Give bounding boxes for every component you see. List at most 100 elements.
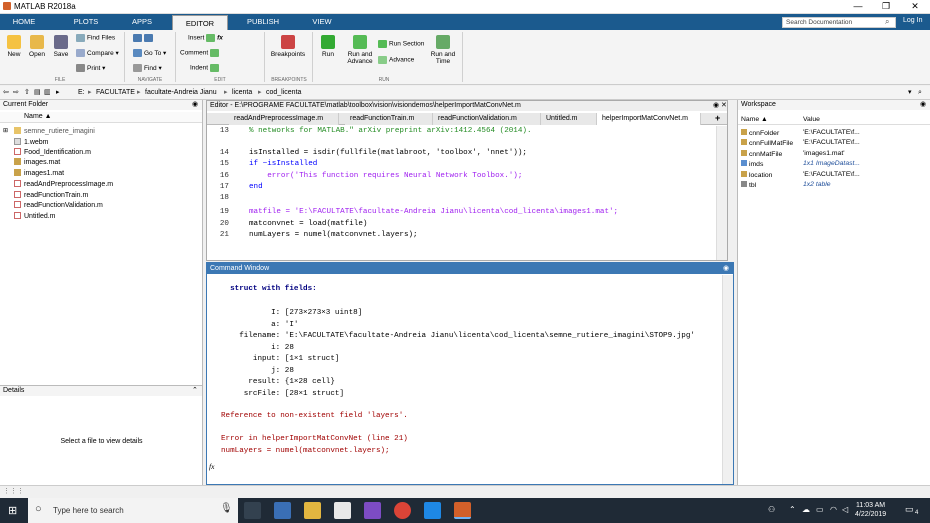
- close-icon[interactable]: ✕: [905, 1, 925, 12]
- editor-actions-icon[interactable]: ◉: [713, 101, 719, 109]
- command-scrollbar[interactable]: [722, 275, 733, 484]
- run-section-button[interactable]: Run Section: [378, 40, 424, 48]
- open-button[interactable]: Open: [26, 35, 48, 58]
- add-tab-icon[interactable]: +: [715, 113, 720, 123]
- run-and-advance-button[interactable]: Run and Advance: [344, 35, 376, 65]
- run-button[interactable]: Run: [316, 35, 340, 58]
- ws-var-row[interactable]: location: [741, 171, 772, 179]
- find-files-button[interactable]: Find Files: [76, 34, 115, 42]
- ws-var-row[interactable]: tbl: [741, 181, 756, 189]
- minimize-icon[interactable]: —: [848, 1, 868, 11]
- ws-var-row[interactable]: cnnMatFile: [741, 150, 782, 158]
- panel-actions-icon[interactable]: ◉: [192, 100, 198, 108]
- command-window-actions-icon[interactable]: ◉: [723, 264, 729, 272]
- editor-toolstrip: New Open Save Find Files Compare ▾ Print…: [0, 30, 930, 85]
- workspace-actions-icon[interactable]: ◉: [920, 100, 926, 108]
- collapse-icon[interactable]: ⌃: [192, 386, 198, 394]
- file-explorer-icon[interactable]: [304, 502, 321, 519]
- ws-name-header[interactable]: Name ▲: [741, 116, 768, 123]
- ws-var-row[interactable]: imds: [741, 160, 763, 168]
- list-item[interactable]: readFunctionTrain.m: [14, 191, 88, 199]
- tab-publish[interactable]: PUBLISH: [238, 14, 288, 30]
- search-documentation-input[interactable]: Search Documentation: [782, 17, 896, 28]
- ws-var-row[interactable]: cnnFullMatFile: [741, 139, 793, 147]
- list-item[interactable]: readAndPreprocessImage.m: [14, 180, 113, 188]
- login-link[interactable]: Log In: [903, 17, 922, 24]
- people-icon[interactable]: ⚇: [768, 505, 775, 514]
- matlab-taskbar-icon[interactable]: [454, 502, 471, 519]
- address-bar: ⇦ ⇨ ⇧ ▤ ▥ ▸ E: ▸ FACULTATE ▸ facultate-A…: [0, 86, 930, 100]
- tab-apps[interactable]: APPS: [122, 14, 162, 30]
- volume-icon[interactable]: ◁: [842, 505, 848, 514]
- wifi-icon[interactable]: ◠: [830, 505, 837, 514]
- save-button[interactable]: Save: [50, 35, 72, 58]
- chevron-up-icon[interactable]: ⌃: [789, 505, 796, 514]
- list-item[interactable]: readFunctionValidation.m: [14, 201, 103, 209]
- find-button[interactable]: Find ▾: [133, 64, 162, 73]
- indent-button[interactable]: Indent: [190, 64, 221, 72]
- list-item[interactable]: 1.webm: [14, 138, 49, 146]
- system-clock[interactable]: 11:03 AM 4/22/2019: [855, 501, 886, 519]
- goto-button[interactable]: Go To ▾: [133, 49, 166, 58]
- tab-editor[interactable]: EDITOR: [172, 15, 228, 30]
- microphone-icon[interactable]: 🎙: [220, 503, 233, 514]
- forward-icon[interactable]: ⇨: [13, 86, 19, 100]
- edge-icon[interactable]: [424, 502, 441, 519]
- task-view-icon[interactable]: [244, 502, 261, 519]
- list-item[interactable]: images1.mat: [14, 169, 64, 177]
- windows-start-icon[interactable]: ⊞: [8, 504, 17, 517]
- breadcrumb-3[interactable]: licenta: [232, 86, 252, 100]
- breakpoints-button[interactable]: Breakpoints: [268, 35, 308, 58]
- up-folder-icon[interactable]: ⇧: [24, 86, 30, 100]
- tab-readfunctiontrain[interactable]: readFunctionTrain.m: [345, 113, 433, 125]
- tab-view[interactable]: VIEW: [300, 14, 344, 30]
- compare-button[interactable]: Compare ▾: [76, 49, 119, 58]
- tab-untitled[interactable]: Untitled.m: [541, 113, 597, 125]
- browse-folder-icon[interactable]: ▥: [44, 86, 51, 100]
- tab-readandpreprocess[interactable]: readAndPreprocessImage.m: [229, 113, 339, 125]
- browse-icon[interactable]: ▤: [34, 86, 41, 100]
- chrome-icon[interactable]: [394, 502, 411, 519]
- run-and-time-button[interactable]: Run and Time: [428, 35, 458, 65]
- advance-button[interactable]: Advance: [378, 56, 414, 64]
- breadcrumb-2[interactable]: facultate-Andreia Jianu: [145, 86, 217, 100]
- battery-icon[interactable]: ▭: [816, 505, 824, 514]
- tab-plots[interactable]: PLOTS: [62, 14, 110, 30]
- store-icon[interactable]: [274, 502, 291, 519]
- breadcrumb-0[interactable]: E:: [78, 86, 85, 100]
- address-dropdown-icon[interactable]: ▾: [908, 86, 912, 100]
- list-item[interactable]: Untitled.m: [14, 212, 56, 220]
- address-search-icon[interactable]: ⌕: [918, 86, 922, 100]
- expand-icon[interactable]: ⊞: [3, 127, 8, 134]
- tab-home[interactable]: HOME: [4, 14, 44, 30]
- comment-button[interactable]: Comment: [180, 49, 221, 57]
- back-forward-buttons[interactable]: [133, 34, 155, 42]
- mail-icon[interactable]: [334, 502, 351, 519]
- error-location-link[interactable]: Error in helperImportMatConvNet (line 21…: [221, 434, 408, 445]
- section-file: FILE: [54, 77, 66, 83]
- name-column-header[interactable]: Name ▲: [24, 113, 52, 120]
- onedrive-icon[interactable]: ☁: [802, 505, 810, 514]
- notification-icon[interactable]: ▭: [905, 504, 914, 515]
- ws-var-row[interactable]: cnnFolder: [741, 129, 779, 137]
- list-item[interactable]: Food_Identification.m: [14, 148, 91, 156]
- tab-helperimportmatconvnet[interactable]: helperImportMatConvNet.m: [597, 113, 701, 125]
- char-var-icon: [741, 139, 747, 145]
- search-icon[interactable]: ⌕: [885, 17, 889, 27]
- list-item[interactable]: images.mat: [14, 158, 60, 166]
- editor-close-icon[interactable]: ✕: [721, 101, 727, 109]
- maximize-icon[interactable]: ❐: [876, 1, 896, 12]
- breadcrumb-1[interactable]: FACULTATE: [96, 86, 135, 100]
- breadcrumb-4[interactable]: cod_licenta: [266, 86, 301, 100]
- taskbar-search-input[interactable]: Type here to search: [28, 498, 238, 523]
- back-icon[interactable]: ⇦: [3, 86, 9, 100]
- visual-studio-icon[interactable]: [364, 502, 381, 519]
- ws-value-header[interactable]: Value: [803, 116, 820, 123]
- print-button[interactable]: Print ▾: [76, 64, 105, 73]
- tab-readfunctionvalidation[interactable]: readFunctionValidation.m: [433, 113, 541, 125]
- list-item[interactable]: semne_rutiere_imagini: [14, 127, 95, 135]
- insert-button[interactable]: Insert fx: [188, 34, 223, 42]
- new-button[interactable]: New: [3, 35, 25, 58]
- editor-scrollbar[interactable]: [716, 126, 727, 260]
- command-prompt-fx-icon[interactable]: fx: [209, 461, 214, 472]
